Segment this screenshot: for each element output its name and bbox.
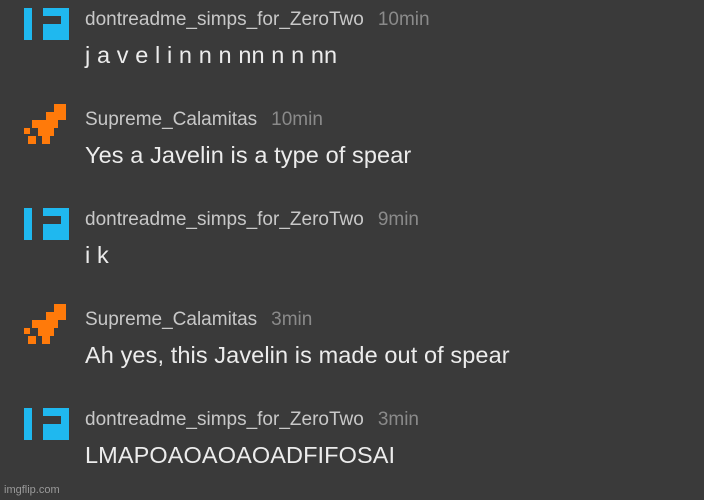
orange-pixel-avatar-icon[interactable] [24, 104, 70, 144]
blue-pixel-avatar-icon[interactable] [24, 4, 70, 44]
orange-pixel-avatar-icon[interactable] [24, 304, 70, 344]
watermark: imgflip.com [4, 484, 60, 496]
username[interactable]: dontreadme_simps_for_ZeroTwo [85, 409, 364, 430]
chat-message: Supreme_Calamitas 10min Yes a Javelin is … [0, 100, 704, 200]
message-header: dontreadme_simps_for_ZeroTwo 3min [85, 408, 419, 432]
blue-pixel-avatar-icon[interactable] [24, 404, 70, 444]
username[interactable]: Supreme_Calamitas [85, 109, 257, 130]
message-text: LMAPOAOAOAOADFIFOSAI [85, 442, 396, 468]
chat-message: dontreadme_simps_for_ZeroTwo 9min i k [0, 200, 704, 300]
timestamp: 9min [377, 209, 419, 230]
chat-message: dontreadme_simps_for_ZeroTwo 10min j a v … [0, 0, 704, 100]
timestamp: 3min [271, 309, 313, 330]
timestamp: 10min [271, 109, 323, 130]
message-header: dontreadme_simps_for_ZeroTwo 9min [85, 208, 419, 232]
message-header: dontreadme_simps_for_ZeroTwo 10min [85, 8, 430, 32]
chat-message: Supreme_Calamitas 3min Ah yes, this Javel… [0, 300, 704, 400]
chat-message: dontreadme_simps_for_ZeroTwo 3min LMAPOAO… [0, 400, 704, 500]
username[interactable]: dontreadme_simps_for_ZeroTwo [85, 9, 364, 30]
chat-feed: dontreadme_simps_for_ZeroTwo 10min j a v … [0, 0, 704, 500]
timestamp: 3min [377, 409, 419, 430]
message-text: j a v e l i n n n nn n n nn [85, 42, 338, 68]
message-text: Ah yes, this Javelin is made out of spea… [85, 342, 510, 368]
message-header: Supreme_Calamitas 3min [85, 308, 312, 332]
blue-pixel-avatar-icon[interactable] [24, 204, 70, 244]
message-text: i k [85, 242, 109, 268]
message-text: Yes a Javelin is a type of spear [85, 142, 412, 168]
message-header: Supreme_Calamitas 10min [85, 108, 323, 132]
username[interactable]: Supreme_Calamitas [85, 309, 257, 330]
username[interactable]: dontreadme_simps_for_ZeroTwo [85, 209, 364, 230]
timestamp: 10min [377, 9, 430, 30]
